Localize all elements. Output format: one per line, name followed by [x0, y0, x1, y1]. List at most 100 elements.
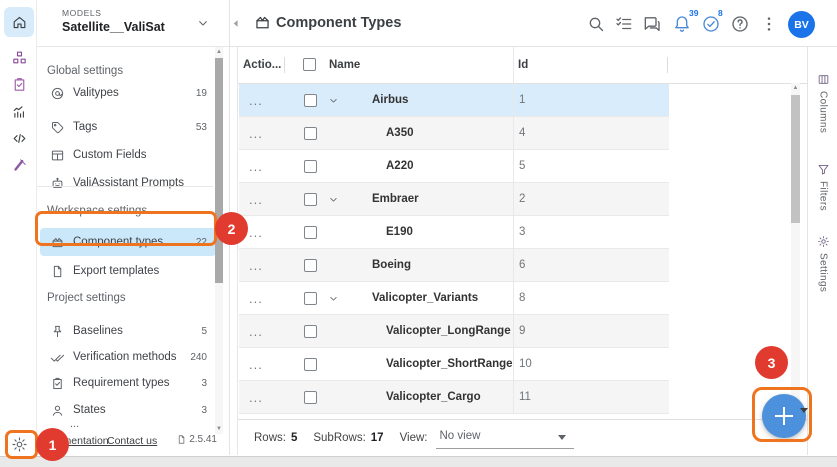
chevron-down-icon [327, 193, 340, 206]
chevron-down-icon [195, 15, 211, 31]
table-row-a220[interactable]: ...A2205 [239, 150, 669, 183]
row-actions-button[interactable]: ... [249, 192, 263, 207]
table-row-valicopter_variants[interactable]: ...Valicopter_Variants8 [239, 282, 669, 315]
expand-chevron[interactable] [327, 193, 340, 211]
sidebar-item-label: ValiAssistant Prompts [73, 177, 184, 189]
row-checkbox[interactable] [304, 325, 317, 338]
row-id: 8 [519, 292, 525, 304]
chevron-down-icon [327, 94, 340, 107]
sidebar-item-requirement-types[interactable]: Requirement types3 [40, 369, 216, 397]
table-row-airbus[interactable]: ...Airbus1 [239, 84, 669, 117]
sidebar-item-tags[interactable]: Tags53 [40, 113, 216, 141]
expand-chevron[interactable] [327, 94, 340, 112]
table-row-a350[interactable]: ...A3504 [239, 117, 669, 150]
row-actions-button[interactable]: ... [249, 159, 263, 174]
row-name: Valicopter_Cargo [386, 391, 481, 403]
table-row-valicopter_longrange[interactable]: ...Valicopter_LongRange9 [239, 315, 669, 348]
row-checkbox[interactable] [304, 160, 317, 173]
sidebar-item-export-templates[interactable]: Export templates [40, 257, 216, 285]
expand-chevron[interactable] [327, 292, 340, 310]
scrollbar-thumb[interactable] [791, 95, 800, 223]
scroll-up-icon[interactable]: ▲ [215, 47, 223, 57]
row-checkbox[interactable] [304, 292, 317, 305]
row-checkbox[interactable] [304, 94, 317, 107]
rail-item-modules[interactable] [4, 42, 34, 72]
panel-tab-filters[interactable]: Filters [808, 163, 837, 211]
add-component-type-button[interactable] [762, 394, 806, 438]
row-actions-button[interactable]: ... [249, 126, 263, 141]
contact-us-link[interactable]: Contact us [107, 435, 157, 447]
sidebar-item-custom-fields[interactable]: Custom Fields [40, 141, 216, 169]
sidebar-item-component-types[interactable]: Component types22 [40, 228, 216, 256]
rail-item-home[interactable] [4, 7, 34, 37]
analytics-icon [11, 103, 28, 120]
documentation-link[interactable]: Documentation [38, 435, 109, 447]
table-row-valicopter_cargo[interactable]: ...Valicopter_Cargo11 [239, 381, 669, 414]
more-button[interactable] [759, 14, 781, 36]
row-actions-button[interactable]: ... [249, 258, 263, 273]
table-scrollbar[interactable]: ▲ [791, 83, 800, 415]
view-select[interactable]: No view [436, 427, 574, 449]
row-name: Airbus [372, 94, 408, 106]
sidebar-item-valiassistant-prompts[interactable]: ValiAssistant Prompts [40, 169, 216, 197]
collapse-panel-icon[interactable] [230, 17, 243, 30]
row-name: A220 [386, 160, 414, 172]
table-row-boeing[interactable]: ...Boeing6 [239, 249, 669, 282]
rail-item-test-tube[interactable] [4, 150, 34, 180]
row-actions-button[interactable]: ... [249, 93, 263, 108]
columns-icon [817, 73, 830, 86]
sidebar-item-count: 19 [196, 88, 207, 99]
double-check-icon [50, 350, 65, 365]
avatar[interactable]: BV [788, 11, 815, 38]
home-icon [11, 14, 28, 31]
row-checkbox[interactable] [304, 358, 317, 371]
scrollbar-thumb[interactable] [215, 58, 223, 283]
table-row-valicopter_shortrange[interactable]: ...Valicopter_ShortRange10 [239, 348, 669, 381]
version-info: 2.5.41 [176, 434, 217, 445]
sidebar-scrollbar[interactable]: ▲ ▼ [215, 47, 223, 434]
settings-sidebar: MODELS Satellite__ValiSat Global setting… [37, 0, 230, 455]
model-selector-value: Satellite__ValiSat [62, 20, 165, 34]
caret-down-icon [558, 435, 566, 440]
sidebar-item-verification-methods[interactable]: Verification methods240 [40, 343, 216, 371]
row-checkbox[interactable] [304, 259, 317, 272]
settings-gear-button[interactable] [4, 429, 34, 459]
sidebar-item-baselines[interactable]: Baselines5 [40, 317, 216, 345]
fab-dropdown-caret-icon[interactable] [800, 408, 808, 413]
select-all-checkbox[interactable] [303, 58, 316, 71]
gear-icon [11, 436, 28, 453]
rail-item-code[interactable] [4, 123, 34, 153]
sidebar-item-states[interactable]: States3 [40, 396, 216, 424]
rail-item-analytics[interactable] [4, 96, 34, 126]
table-row-embraer[interactable]: ...Embraer2 [239, 183, 669, 216]
panel-tab-columns[interactable]: Columns [808, 73, 837, 133]
box-icon [253, 13, 272, 32]
row-actions-button[interactable]: ... [249, 291, 263, 306]
row-actions-button[interactable]: ... [249, 324, 263, 339]
table-row-e190[interactable]: ...E1903 [239, 216, 669, 249]
row-actions-button[interactable]: ... [249, 357, 263, 372]
checklist-button[interactable] [614, 14, 636, 36]
row-checkbox[interactable] [304, 391, 317, 404]
table-icon [50, 148, 65, 163]
table-footer: Rows: 5 SubRows: 17 View: No view [238, 419, 808, 455]
row-id: 2 [519, 193, 525, 205]
search-button[interactable] [586, 14, 608, 36]
column-header-id[interactable]: Id [518, 59, 528, 71]
row-actions-button[interactable]: ... [249, 225, 263, 240]
row-checkbox[interactable] [304, 127, 317, 140]
sidebar-item-valitypes[interactable]: Valitypes19 [40, 79, 216, 107]
help-button[interactable] [730, 14, 752, 36]
scroll-up-icon[interactable]: ▲ [791, 83, 800, 93]
panel-tab-settings[interactable]: Settings [808, 235, 837, 292]
conversations-button[interactable] [642, 14, 664, 36]
row-checkbox[interactable] [304, 193, 317, 206]
column-header-actions[interactable]: Actio... [243, 59, 281, 71]
model-selector[interactable]: MODELS Satellite__ValiSat [37, 0, 229, 47]
row-checkbox[interactable] [304, 226, 317, 239]
modules-icon [11, 49, 28, 66]
rail-item-clipboard-check[interactable] [4, 69, 34, 99]
left-rail [0, 0, 37, 455]
column-header-name[interactable]: Name [329, 59, 360, 71]
row-actions-button[interactable]: ... [249, 390, 263, 405]
